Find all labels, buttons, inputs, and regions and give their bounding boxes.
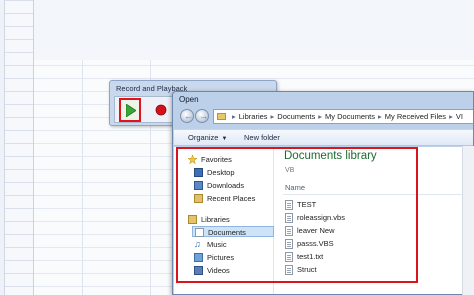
background-column-line	[82, 60, 83, 295]
library-title: Documents library	[284, 150, 377, 162]
nav-recent-places-label: Recent Places	[207, 194, 256, 203]
breadcrumb-libraries[interactable]: Libraries	[239, 112, 268, 121]
new-folder-button[interactable]: New folder	[244, 133, 280, 142]
background-left-strip	[0, 0, 5, 295]
breadcrumb-current[interactable]: VI	[456, 112, 463, 121]
organize-button[interactable]: Organize ▼	[188, 133, 227, 142]
folder-icon	[217, 113, 226, 120]
open-dialog[interactable]: Open ← → ▸ Libraries ▸ Documents ▸ My Documen…	[172, 91, 474, 295]
background-top-area	[34, 0, 474, 60]
star-icon	[187, 154, 198, 165]
file-icon	[285, 200, 293, 210]
nav-documents[interactable]: Documents	[192, 226, 274, 237]
documents-icon	[195, 228, 204, 237]
downloads-icon	[194, 181, 203, 190]
desktop-icon	[194, 168, 203, 177]
nav-pictures-label: Pictures	[207, 253, 235, 262]
breadcrumb-separator: ▸	[232, 112, 236, 121]
file-name: test1.txt	[297, 252, 324, 261]
file-icon	[285, 252, 293, 262]
vertical-scrollbar[interactable]	[462, 146, 474, 295]
nav-videos-label: Videos	[207, 266, 230, 275]
breadcrumb-my-documents[interactable]: My Documents	[325, 112, 375, 121]
library-subtitle: VB	[285, 167, 295, 174]
breadcrumb-separator: ▸	[449, 112, 453, 121]
nav-downloads-label: Downloads	[207, 181, 245, 190]
nav-downloads[interactable]: Downloads	[194, 180, 270, 191]
nav-desktop-label: Desktop	[207, 168, 235, 177]
chevron-down-icon: ▼	[221, 136, 228, 142]
nav-favorites-label: Favorites	[201, 155, 232, 164]
play-icon	[126, 104, 136, 117]
forward-button[interactable]: →	[195, 109, 209, 123]
recent-places-icon	[194, 194, 203, 203]
pictures-icon	[194, 253, 203, 262]
videos-icon	[194, 266, 203, 275]
breadcrumb-separator: ▸	[378, 112, 382, 121]
nav-videos[interactable]: Videos	[194, 265, 270, 276]
back-arrow-icon: ←	[184, 111, 193, 121]
file-name: passs.VBS	[297, 239, 334, 248]
column-header-name[interactable]: Name	[285, 183, 305, 192]
file-icon	[285, 265, 293, 275]
file-name: TEST	[297, 200, 317, 209]
file-list-pane: Documents library VB Name TEST roleassig…	[275, 147, 473, 294]
address-bar[interactable]: ▸ Libraries ▸ Documents ▸ My Documents ▸ My Rec…	[213, 109, 473, 124]
file-icon	[285, 226, 293, 236]
nav-pictures[interactable]: Pictures	[194, 252, 270, 263]
file-icon	[285, 213, 293, 223]
nav-music[interactable]: ♫ Music	[194, 239, 270, 250]
play-button[interactable]	[119, 98, 141, 122]
breadcrumb-documents[interactable]: Documents	[277, 112, 315, 121]
nav-music-label: Music	[207, 240, 227, 249]
file-name: roleassign.vbs	[297, 213, 345, 222]
nav-favorites[interactable]: Favorites	[187, 154, 268, 165]
forward-arrow-icon: →	[199, 111, 208, 121]
record-icon	[155, 104, 167, 116]
nav-libraries[interactable]: Libraries	[188, 214, 268, 225]
breadcrumb-separator: ▸	[270, 112, 275, 121]
record-button[interactable]	[152, 101, 170, 119]
breadcrumb-separator: ▸	[318, 112, 322, 121]
navigation-pane: Favorites Desktop Downloads Recent Place…	[174, 147, 274, 294]
music-icon: ♫	[194, 239, 201, 249]
organize-label: Organize	[188, 133, 219, 142]
nav-recent-places[interactable]: Recent Places	[194, 193, 270, 204]
background-row-header-column	[0, 0, 34, 295]
back-button[interactable]: ←	[180, 109, 194, 123]
breadcrumb-my-received-files[interactable]: My Received Files	[385, 112, 446, 121]
nav-libraries-label: Libraries	[201, 215, 230, 224]
nav-documents-label: Documents	[208, 228, 246, 237]
open-dialog-title: Open	[179, 95, 199, 104]
column-divider	[283, 194, 473, 195]
file-name: leaver New	[297, 226, 335, 235]
file-icon	[285, 239, 293, 249]
file-name: Struct	[297, 265, 317, 274]
nav-desktop[interactable]: Desktop	[194, 167, 270, 178]
dialog-content: Favorites Desktop Downloads Recent Place…	[174, 147, 473, 294]
dialog-toolbar: Organize ▼ New folder	[174, 129, 473, 146]
libraries-icon	[188, 215, 197, 224]
